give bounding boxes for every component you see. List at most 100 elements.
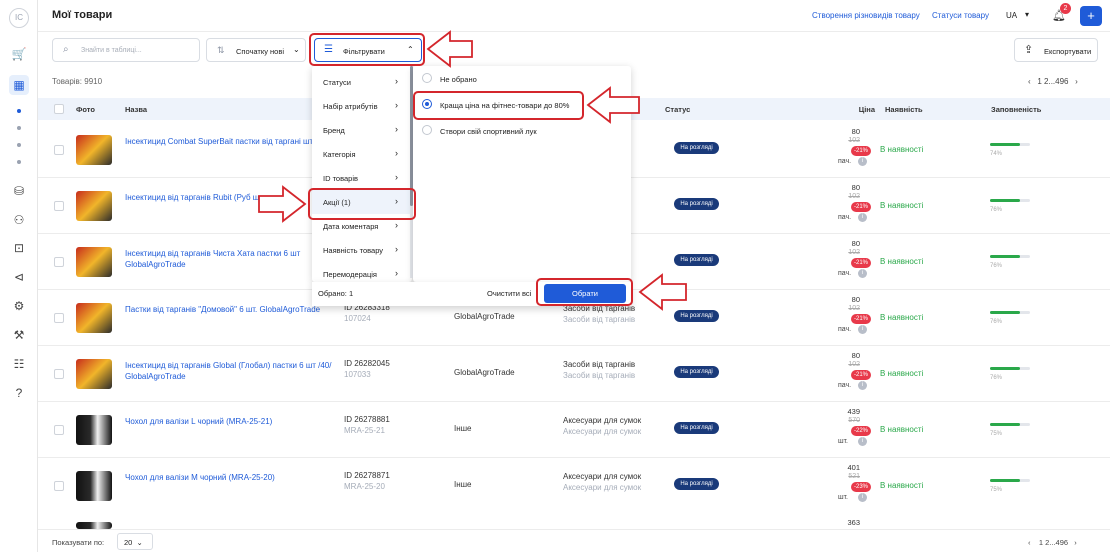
completeness-bar <box>990 367 1030 370</box>
pagination-top[interactable]: ‹ 1 2...496 › <box>1028 77 1078 86</box>
col-name[interactable]: Назва <box>125 105 147 114</box>
filter-option-label[interactable]: Не обрано <box>440 75 477 84</box>
product-name-link[interactable]: Інсектицид від тарганів Global (Глобал) … <box>125 360 335 382</box>
sort-label: Спочатку нові <box>236 47 284 56</box>
product-brand: GlobalAgroTrade <box>454 368 515 377</box>
completeness-fill <box>990 311 1021 314</box>
per-page-select[interactable]: 20 ⌄ <box>117 533 153 550</box>
price-unit: пач. <box>838 326 852 333</box>
chat-icon[interactable]: ☷ <box>9 354 29 374</box>
filter-category-label: Бренд <box>323 126 345 135</box>
price: 80 <box>851 239 860 248</box>
old-price: 102 <box>848 193 860 200</box>
product-name-link[interactable]: Чохол для валізи L чорний (MRA-25-21) <box>125 416 335 427</box>
sort-button[interactable]: ⇅ Спочатку нові ⌄ <box>206 38 306 62</box>
info-icon[interactable]: i <box>858 213 867 222</box>
statuses-link[interactable]: Статуси товару <box>932 11 989 20</box>
old-price: 102 <box>848 137 860 144</box>
store-icon[interactable]: ▦ <box>9 75 29 95</box>
chevron-right-icon: › <box>395 124 398 134</box>
col-price[interactable]: Ціна <box>845 105 875 114</box>
help-icon[interactable]: ? <box>9 383 29 403</box>
export-button[interactable]: ⇪ Експортувати <box>1014 38 1098 62</box>
submenu-dot[interactable] <box>17 109 21 113</box>
product-name-link[interactable]: Інсектицид Combat SuperBait пастки від т… <box>125 136 335 147</box>
filter-category-item[interactable]: Бренд › <box>312 118 412 142</box>
table-row[interactable]: Чохол для валізи M чорний (MRA-25-20) ID … <box>38 458 1110 514</box>
info-icon[interactable]: i <box>858 269 867 278</box>
product-photo[interactable] <box>76 471 112 501</box>
info-icon[interactable]: i <box>858 381 867 390</box>
add-button[interactable]: + <box>1080 6 1102 26</box>
submenu-dot[interactable] <box>17 143 21 147</box>
bag-icon[interactable]: ⛁ <box>9 181 29 201</box>
filter-category-item[interactable]: Наявність товару › <box>312 238 412 262</box>
megaphone-icon[interactable]: ⊲ <box>9 267 29 287</box>
product-name-link[interactable]: Чохол для валізи M чорний (MRA-25-20) <box>125 472 335 483</box>
completeness-fill <box>990 367 1021 370</box>
radio-button[interactable] <box>422 125 432 135</box>
product-name-link[interactable]: Інсектицид від тарганів Rubit (Руб шт <box>125 192 335 203</box>
completeness-bar <box>990 479 1030 482</box>
logo[interactable]: IC <box>9 8 29 28</box>
info-icon[interactable]: i <box>858 493 867 502</box>
pagination-bottom[interactable]: ‹ 1 2...496 › <box>1028 538 1077 547</box>
submenu-dot[interactable] <box>17 160 21 164</box>
col-status[interactable]: Статус <box>665 105 690 114</box>
status-badge: На розгляді <box>674 478 719 490</box>
filter-category-item[interactable]: Категорія › <box>312 142 412 166</box>
pagination-pages[interactable]: 1 2...496 <box>1039 538 1068 547</box>
info-icon[interactable]: i <box>858 325 867 334</box>
product-photo[interactable] <box>76 415 112 445</box>
filter-category-item[interactable]: Набір атрибутів › <box>312 94 412 118</box>
submenu-dot[interactable] <box>17 126 21 130</box>
completeness-fill <box>990 479 1020 482</box>
table-row[interactable]: Чохол для валізи L чорний (MRA-25-21) ID … <box>38 402 1110 458</box>
discount-badge: -23% <box>851 482 871 492</box>
col-completeness[interactable]: Заповненість <box>991 105 1041 114</box>
tools-icon[interactable]: ⚒ <box>9 325 29 345</box>
product-photo[interactable] <box>76 247 112 277</box>
row-checkbox[interactable] <box>54 257 64 267</box>
briefcase-icon[interactable]: ⊡ <box>9 238 29 258</box>
filter-category-item[interactable]: ID товарів › <box>312 166 412 190</box>
completeness-percent: 74% <box>990 151 1003 157</box>
page-title: Мої товари <box>52 9 113 21</box>
pagination-pages[interactable]: 1 2...496 <box>1037 77 1068 86</box>
search-input[interactable]: ⌕ Знайти в таблиці... <box>52 38 200 62</box>
per-page-label: Показувати по: <box>52 538 105 547</box>
cart-icon[interactable]: 🛒 <box>9 44 29 64</box>
row-checkbox[interactable] <box>54 369 64 379</box>
row-checkbox[interactable] <box>54 145 64 155</box>
status-badge: На розгляді <box>674 422 719 434</box>
row-checkbox[interactable] <box>54 425 64 435</box>
table-row[interactable]: Інсектицид від тарганів Global (Глобал) … <box>38 346 1110 402</box>
product-photo[interactable] <box>76 191 112 221</box>
completeness-bar <box>990 255 1030 258</box>
product-name-link[interactable]: Інсектицид від тарганів Чиста Хата пастк… <box>125 248 335 270</box>
status-badge: На розгляді <box>674 366 719 378</box>
row-checkbox[interactable] <box>54 313 64 323</box>
product-photo[interactable] <box>76 303 112 333</box>
settings-icon[interactable]: ⚙ <box>9 296 29 316</box>
select-all-checkbox[interactable] <box>54 104 64 114</box>
row-checkbox[interactable] <box>54 481 64 491</box>
people-icon[interactable]: ⚇ <box>9 210 29 230</box>
language-select[interactable]: UA <box>1006 11 1017 20</box>
clear-all-button[interactable]: Очистити всі <box>487 289 531 298</box>
caret-down-icon[interactable]: ▾ <box>1025 10 1029 19</box>
product-photo <box>76 522 112 529</box>
variations-link[interactable]: Створення різновидів товару <box>812 11 920 20</box>
filter-category-item[interactable]: Статуси › <box>312 70 412 94</box>
product-name-link[interactable]: Пастки від тарганів "Домовой" 6 шт. Glob… <box>125 304 335 315</box>
chevron-right-icon: › <box>395 172 398 182</box>
product-photo[interactable] <box>76 359 112 389</box>
completeness-bar <box>990 311 1030 314</box>
col-availability[interactable]: Наявність <box>885 105 923 114</box>
product-photo[interactable] <box>76 135 112 165</box>
row-checkbox[interactable] <box>54 201 64 211</box>
filter-option-label[interactable]: Створи свій спортивний лук <box>440 127 537 136</box>
info-icon[interactable]: i <box>858 437 867 446</box>
info-icon[interactable]: i <box>858 157 867 166</box>
radio-button[interactable] <box>422 73 432 83</box>
